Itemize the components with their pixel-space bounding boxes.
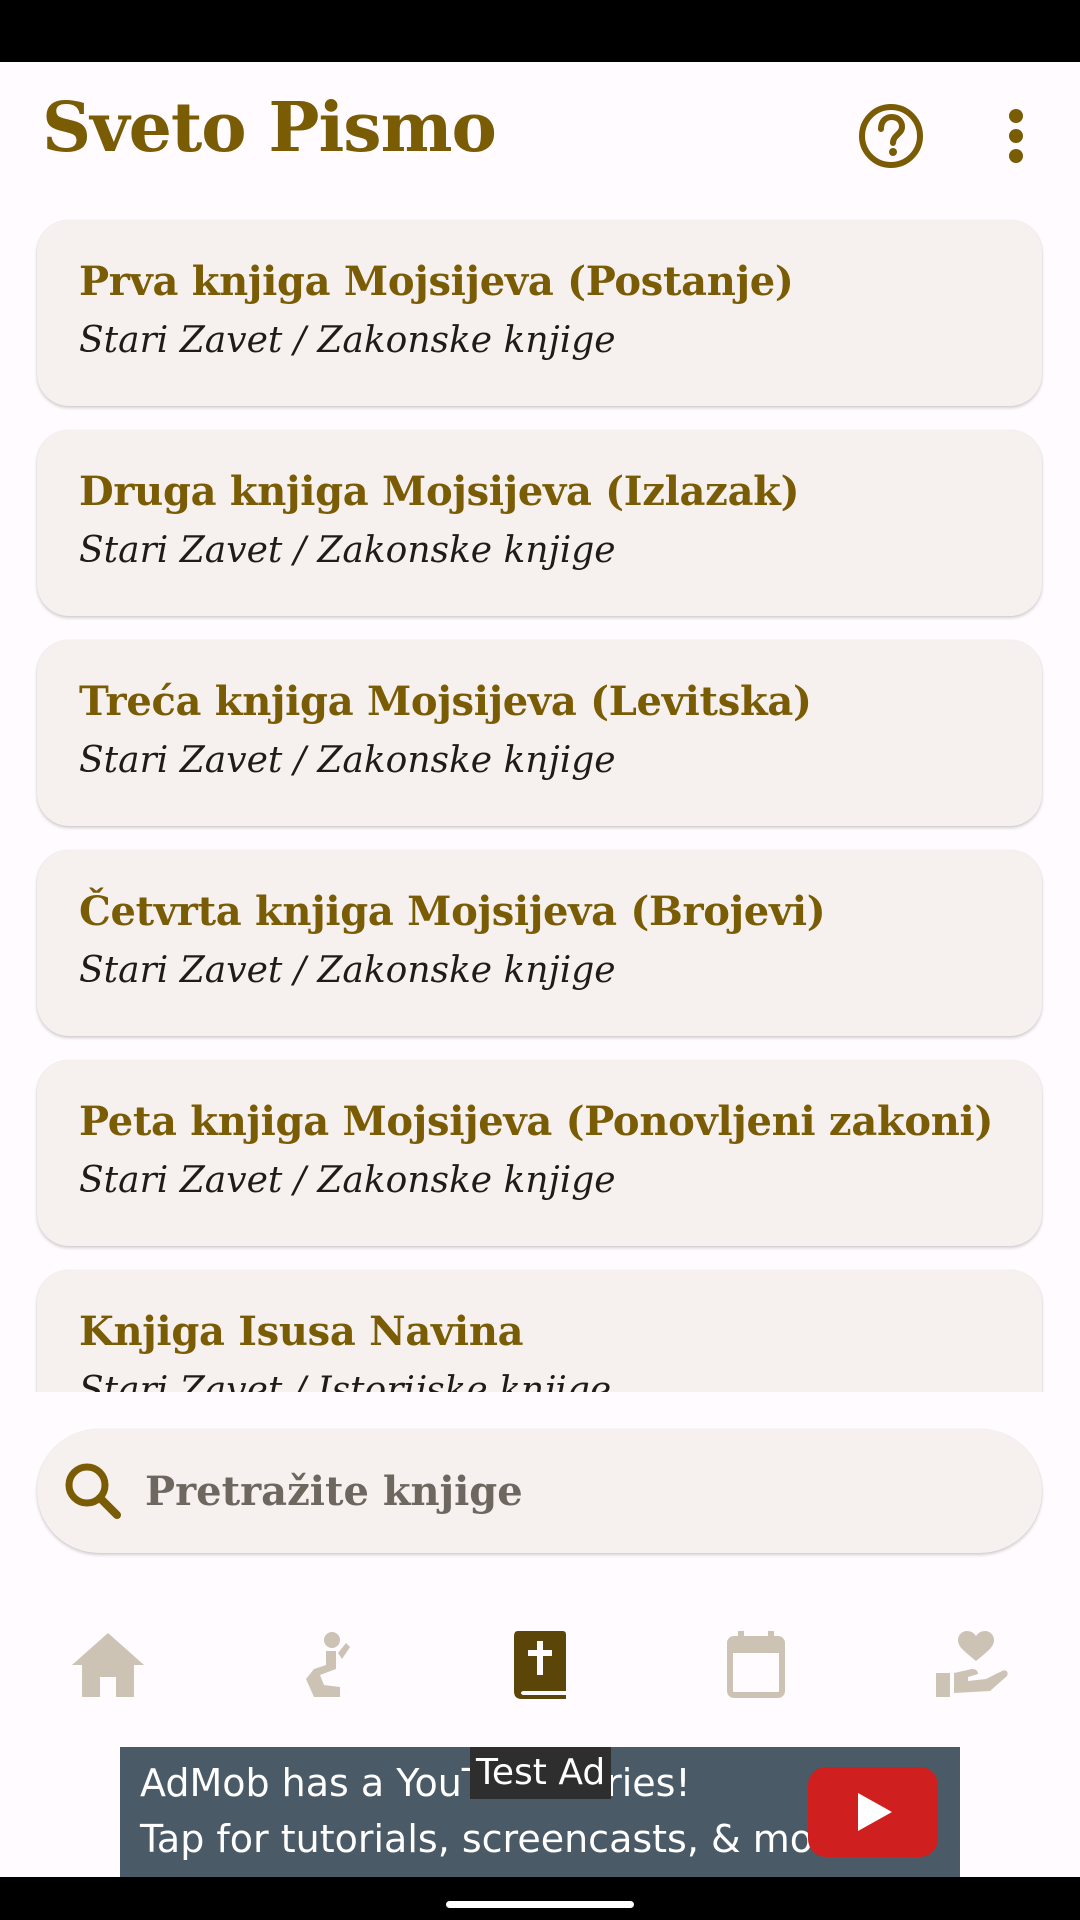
top-app-bar: Sveto Pismo [0,62,1080,202]
book-card[interactable]: Treća knjiga Mojsijeva (Levitska) Stari … [37,640,1042,826]
help-circle-icon [859,104,923,168]
calendar-icon [727,1631,785,1698]
bible-book-icon [514,1631,566,1699]
nav-calendar[interactable] [701,1610,811,1720]
youtube-play-icon [808,1767,938,1857]
book-category: Stari Zavet / Zakonske knjige [79,950,616,991]
book-card[interactable]: Prva knjiga Mojsijeva (Postanje) Stari Z… [37,220,1042,406]
home-indicator[interactable] [446,1901,634,1908]
test-ad-label: Test Ad [470,1747,612,1799]
praying-person-icon [306,1632,350,1697]
system-navigation-bar [0,1877,1080,1920]
book-title: Druga knjiga Mojsijeva (Izlazak) [79,468,800,515]
book-category: Stari Zavet / Zakonske knjige [79,320,616,361]
status-bar [0,0,1080,62]
app-title: Sveto Pismo [42,88,497,168]
ad-text-line-2: Tap for tutorials, screencasts, & more. [140,1817,864,1861]
book-list[interactable]: Prva knjiga Mojsijeva (Postanje) Stari Z… [0,218,1080,1392]
book-card[interactable]: Četvrta knjiga Mojsijeva (Brojevi) Stari… [37,850,1042,1036]
nav-bible[interactable] [485,1610,595,1720]
search-bar[interactable] [37,1429,1042,1553]
book-category: Stari Zavet / Zakonske knjige [79,740,616,781]
book-title: Peta knjiga Mojsijeva (Ponovljeni zakoni… [79,1098,994,1145]
search-icon [65,1463,121,1519]
bottom-navigation [0,1600,1080,1730]
book-title: Četvrta knjiga Mojsijeva (Brojevi) [79,888,826,935]
nav-donate[interactable] [917,1610,1027,1720]
more-vert-icon [1009,109,1023,163]
hand-heart-icon [936,1631,1008,1697]
book-category: Stari Zavet / Zakonske knjige [79,530,616,571]
book-card[interactable]: Knjiga Isusa Navina Stari Zavet / Istori… [37,1270,1042,1392]
search-input[interactable] [145,1455,1005,1527]
book-category: Stari Zavet / Istorijske knjige [79,1370,612,1392]
book-title: Treća knjiga Mojsijeva (Levitska) [79,678,812,725]
book-card[interactable]: Druga knjiga Mojsijeva (Izlazak) Stari Z… [37,430,1042,616]
book-card[interactable]: Peta knjiga Mojsijeva (Ponovljeni zakoni… [37,1060,1042,1246]
nav-home[interactable] [53,1610,163,1720]
book-title: Knjiga Isusa Navina [79,1308,524,1355]
nav-prayers[interactable] [269,1610,379,1720]
help-button[interactable] [855,100,927,172]
home-icon [72,1633,144,1697]
book-title: Prva knjiga Mojsijeva (Postanje) [79,258,794,305]
book-category: Stari Zavet / Zakonske knjige [79,1160,616,1201]
more-options-button[interactable] [986,100,1046,172]
